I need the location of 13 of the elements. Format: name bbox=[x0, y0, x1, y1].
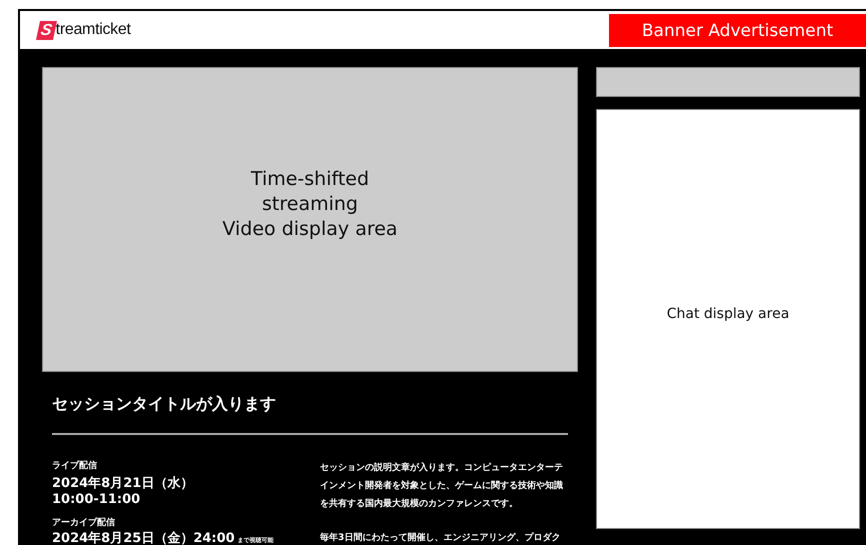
live-label: ライブ配信 bbox=[52, 459, 98, 472]
session-description: 毎年3日間にわたって開催し、エンジニアリング、プロダク bbox=[320, 531, 562, 545]
live-date: 2024年8月21日（水） bbox=[52, 476, 194, 492]
session-title: セッションタイトルが入ります bbox=[52, 394, 277, 415]
chat-placeholder-text: Chat display area bbox=[666, 306, 790, 322]
video-placeholder-text: Time-shifted streaming Video display area bbox=[222, 167, 398, 242]
archive-date: 2024年8月25日（金）24:00 bbox=[52, 531, 235, 545]
session-description: セッションの説明文章が入ります。コンピュータエンターテインメント開発者を対象とした、ゲームに関する技術や知識を共有する国内最大規模のカンファレンスです。 bbox=[320, 461, 564, 511]
live-time: 10:00-11:00 bbox=[52, 492, 142, 508]
archive-label: アーカイブ配信 bbox=[52, 516, 116, 529]
logo-mark[interactable]: S bbox=[36, 20, 57, 40]
logo-text[interactable]: treamticket bbox=[56, 21, 131, 39]
banner-advertisement[interactable]: Banner Advertisement bbox=[609, 14, 866, 47]
